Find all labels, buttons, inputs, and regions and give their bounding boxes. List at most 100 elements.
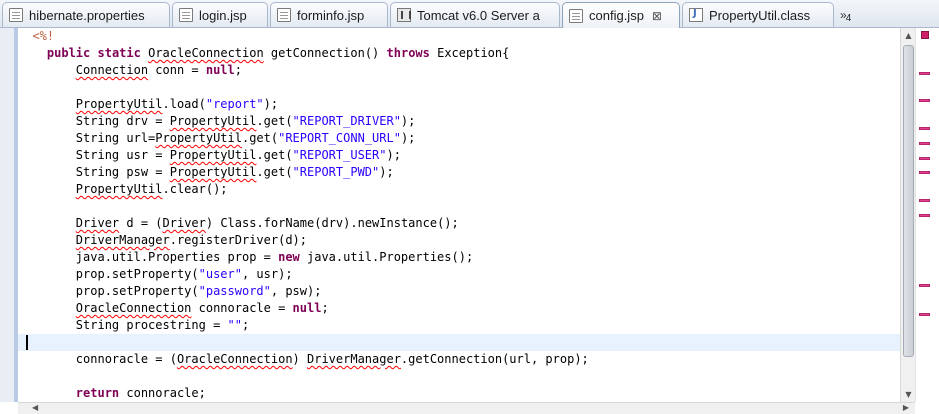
tab-login-jsp[interactable]: login.jsp bbox=[172, 2, 268, 27]
overflow-count: 4 bbox=[845, 12, 852, 24]
code-text: connoracle = ( bbox=[75, 352, 177, 366]
tab-label: forminfo.jsp bbox=[297, 7, 365, 23]
chevron-right-icon: » bbox=[840, 8, 846, 22]
code-line[interactable]: <%! bbox=[18, 28, 900, 45]
keyword: null bbox=[292, 301, 322, 315]
code-text: ); bbox=[386, 148, 401, 162]
keyword: public bbox=[46, 46, 91, 60]
error-marker[interactable] bbox=[919, 72, 930, 75]
scroll-left-arrow-icon[interactable]: ◀ bbox=[32, 402, 38, 414]
vertical-scrollbar[interactable]: ▲ ▼ bbox=[900, 28, 915, 402]
error-type-ref: PropertyUtil bbox=[169, 148, 257, 162]
scroll-down-arrow-icon[interactable]: ▼ bbox=[901, 387, 916, 402]
error-marker[interactable] bbox=[919, 313, 930, 316]
code-text: ); bbox=[379, 165, 394, 179]
error-marker[interactable] bbox=[919, 284, 930, 287]
jsp-declaration-tag: <%! bbox=[32, 29, 55, 43]
code-line[interactable]: PropertyUtil.load("report"); bbox=[18, 96, 900, 113]
error-type-ref: Connection bbox=[75, 63, 149, 77]
error-type-ref: OracleConnection bbox=[176, 352, 293, 366]
tab-config-jsp[interactable]: config.jsp ⊠ bbox=[562, 2, 680, 28]
code-line[interactable]: String psw = PropertyUtil.get("REPORT_PW… bbox=[18, 164, 900, 181]
code-text: String procestring = bbox=[75, 318, 228, 332]
code-line[interactable]: String procestring = ""; bbox=[18, 317, 900, 334]
keyword: static bbox=[97, 46, 141, 60]
code-text: ); bbox=[400, 114, 416, 128]
error-type-ref: Driver bbox=[162, 216, 206, 230]
code-text: ; bbox=[321, 301, 329, 315]
error-type-ref: PropertyUtil bbox=[155, 131, 242, 145]
code-text: ) Class.forName(drv).newInstance(); bbox=[205, 216, 459, 230]
code-text: connoracle; bbox=[119, 386, 206, 400]
code-text: ); bbox=[400, 131, 416, 145]
tab-propertyutil-class[interactable]: PropertyUtil.class bbox=[682, 2, 834, 27]
code-text: .get( bbox=[256, 114, 293, 128]
code-text: .get( bbox=[256, 165, 293, 179]
java-class-icon bbox=[689, 8, 703, 22]
scroll-right-arrow-icon[interactable]: ▶ bbox=[903, 402, 909, 414]
error-marker[interactable] bbox=[919, 127, 930, 130]
error-marker[interactable] bbox=[919, 99, 930, 102]
code-line[interactable]: Driver d = (Driver) Class.forName(drv).n… bbox=[18, 215, 900, 232]
code-line[interactable]: Connection conn = null; bbox=[18, 62, 900, 79]
tab-tomcat-server[interactable]: Tomcat v6.0 Server a bbox=[390, 2, 560, 27]
string-literal: "user" bbox=[198, 267, 242, 281]
code-text-area[interactable]: <%! public static OracleConnection getCo… bbox=[18, 28, 900, 402]
code-text: ; bbox=[241, 318, 250, 332]
horizontal-scrollbar[interactable]: ◀ ▶ bbox=[18, 402, 915, 414]
code-line[interactable]: connoracle = (OracleConnection) DriverMa… bbox=[18, 351, 900, 368]
string-literal: "REPORT_PWD" bbox=[292, 165, 380, 179]
code-text: .get( bbox=[241, 131, 279, 145]
error-type-ref: DriverManager bbox=[75, 233, 170, 247]
code-line[interactable]: java.util.Properties prop = new java.uti… bbox=[18, 249, 900, 266]
code-line[interactable]: prop.setProperty("user", usr); bbox=[18, 266, 900, 283]
code-line[interactable]: PropertyUtil.clear(); bbox=[18, 181, 900, 198]
code-text: ; bbox=[234, 63, 242, 77]
code-text: .clear(); bbox=[162, 182, 228, 196]
jsp-file-icon bbox=[569, 8, 583, 23]
code-line[interactable]: prop.setProperty("password", psw); bbox=[18, 283, 900, 300]
tab-forminfo-jsp[interactable]: forminfo.jsp bbox=[270, 2, 388, 27]
close-tab-icon[interactable]: ⊠ bbox=[652, 9, 662, 23]
current-line-highlight[interactable] bbox=[18, 334, 900, 351]
tab-hibernate-properties[interactable]: hibernate.properties bbox=[2, 2, 170, 27]
code-text: String psw = bbox=[75, 165, 170, 179]
tab-overflow-button[interactable]: » 4 bbox=[838, 4, 868, 26]
code-text: String url= bbox=[75, 131, 156, 145]
error-summary-icon[interactable] bbox=[921, 31, 929, 39]
code-line[interactable]: String drv = PropertyUtil.get("REPORT_DR… bbox=[18, 113, 900, 130]
tab-label: PropertyUtil.class bbox=[709, 7, 811, 23]
error-marker[interactable] bbox=[919, 214, 930, 217]
code-text: prop.setProperty( bbox=[75, 284, 199, 298]
scroll-up-arrow-icon[interactable]: ▲ bbox=[901, 28, 916, 43]
code-text: d = ( bbox=[119, 216, 163, 230]
code-text: , psw); bbox=[270, 284, 322, 298]
code-text: ) bbox=[292, 352, 307, 366]
code-line[interactable]: String url=PropertyUtil.get("REPORT_CONN… bbox=[18, 130, 900, 147]
error-type-ref: PropertyUtil bbox=[75, 182, 163, 196]
code-text: prop.setProperty( bbox=[75, 267, 199, 281]
code-line[interactable]: public static OracleConnection getConnec… bbox=[18, 45, 900, 62]
jsp-file-icon bbox=[277, 8, 291, 22]
error-marker[interactable] bbox=[919, 171, 930, 174]
code-text: connoracle = bbox=[191, 301, 293, 315]
code-line[interactable]: DriverManager.registerDriver(d); bbox=[18, 232, 900, 249]
error-type-ref: PropertyUtil bbox=[169, 165, 257, 179]
error-marker[interactable] bbox=[919, 199, 930, 202]
code-line[interactable]: OracleConnection connoracle = null; bbox=[18, 300, 900, 317]
string-literal: "REPORT_DRIVER" bbox=[292, 114, 401, 128]
code-line[interactable]: return connoracle; bbox=[18, 385, 900, 402]
vertical-scroll-thumb[interactable] bbox=[903, 45, 914, 357]
keyword: new bbox=[278, 250, 300, 264]
text-caret bbox=[26, 335, 28, 350]
overview-ruler[interactable] bbox=[915, 28, 939, 402]
tab-label: config.jsp bbox=[589, 8, 644, 23]
tab-label: Tomcat v6.0 Server a bbox=[417, 7, 540, 23]
code-text: java.util.Properties prop = bbox=[75, 250, 279, 264]
code-editor[interactable]: <%! public static OracleConnection getCo… bbox=[0, 28, 939, 414]
error-marker[interactable] bbox=[919, 142, 930, 145]
code-text: , usr); bbox=[241, 267, 293, 281]
code-line[interactable]: String usr = PropertyUtil.get("REPORT_US… bbox=[18, 147, 900, 164]
error-marker[interactable] bbox=[919, 157, 930, 160]
code-text: String usr = bbox=[75, 148, 170, 162]
